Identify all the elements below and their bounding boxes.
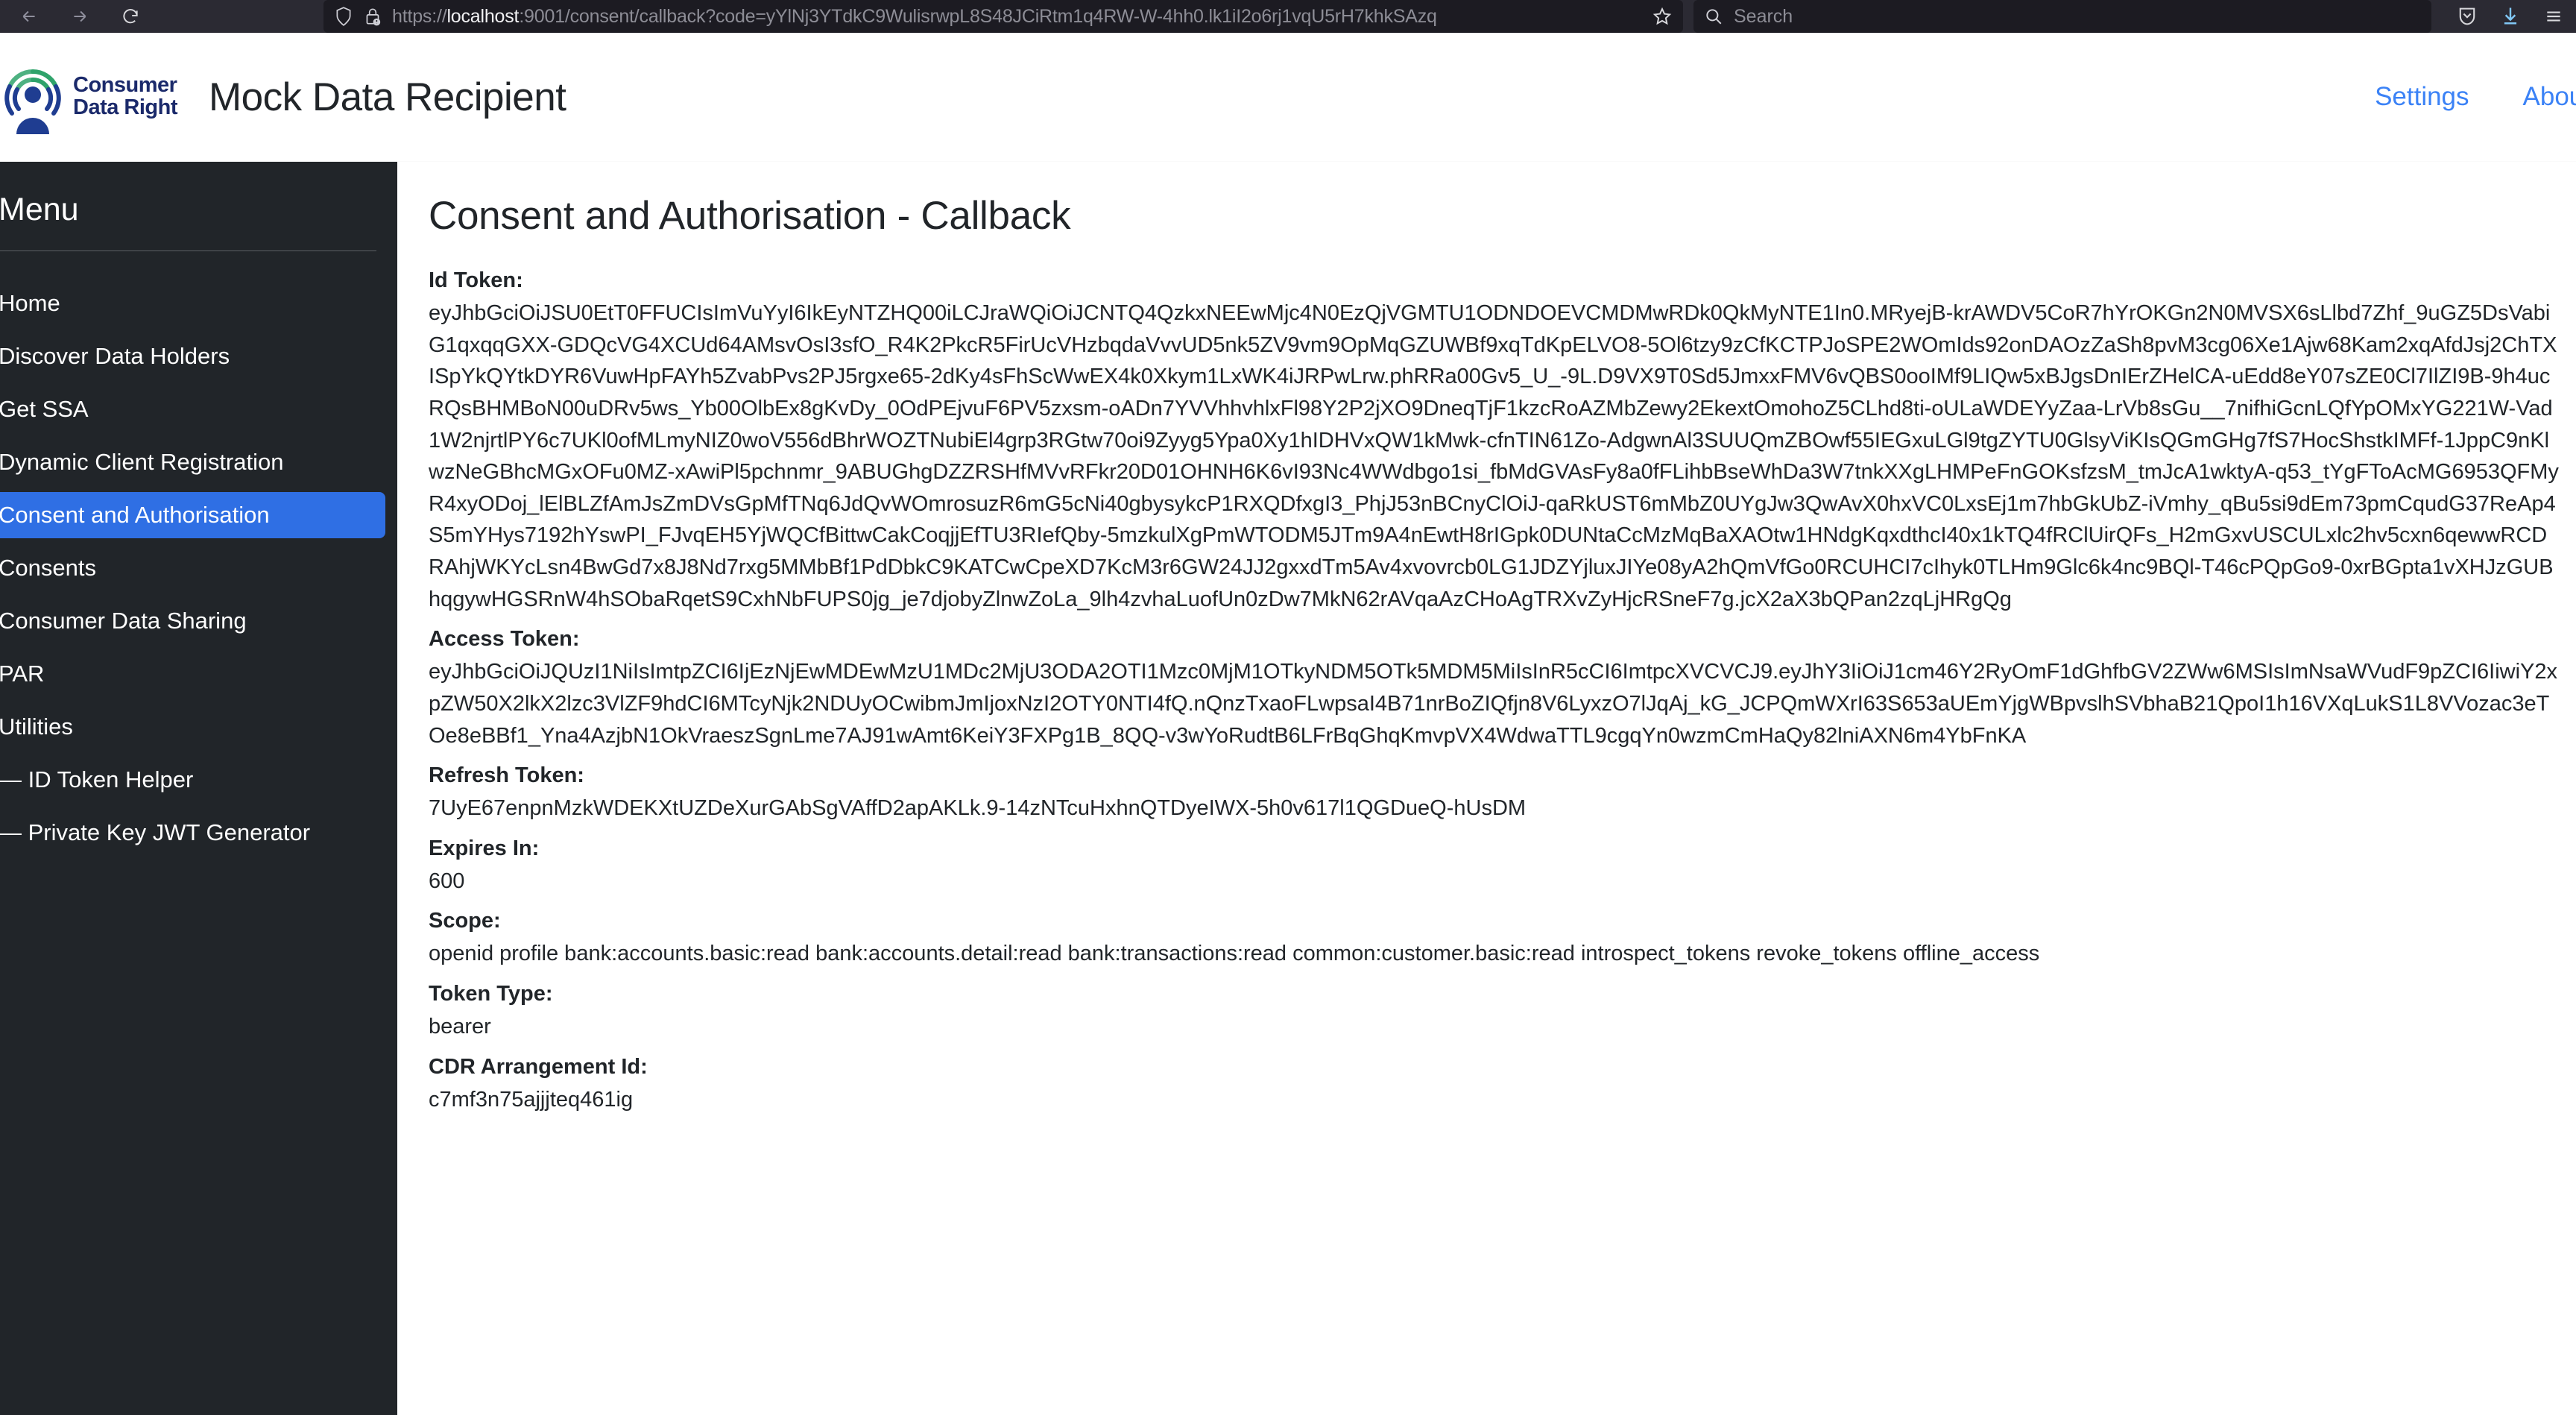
content-page-title: Consent and Authorisation - Callback — [429, 194, 1071, 238]
browser-toolbar: https://localhost:9001/consent/callback?… — [0, 0, 2576, 33]
star-icon[interactable] — [1647, 6, 1673, 27]
field-cdr-arrangement-id: CDR Arrangement Id: c7mf3n75ajjjteq461ig — [429, 1055, 2576, 1116]
header-nav: Settings About — [2375, 82, 2576, 112]
expires-in-value: 600 — [429, 869, 465, 893]
scope-value: openid profile bank:accounts.basic:read … — [429, 942, 2040, 966]
browser-nav-buttons — [0, 4, 143, 29]
field-token-type: Token Type: bearer — [429, 982, 2576, 1043]
page-title: Mock Data Recipient — [209, 75, 566, 119]
forward-icon[interactable] — [67, 4, 92, 29]
field-refresh-token: Refresh Token: 7UyE67enpnMzkWDEKXtUZDeXur… — [429, 763, 2576, 825]
refresh-token-label: Refresh Token: — [429, 763, 584, 788]
sidebar-item-consumer-data-sharing[interactable]: Consumer Data Sharing — [0, 598, 385, 644]
nav-link-settings[interactable]: Settings — [2375, 82, 2469, 112]
sidebar-item-discover-data-holders[interactable]: Discover Data Holders — [0, 333, 385, 379]
sidebar-item-consents[interactable]: Consents — [0, 545, 385, 591]
token-type-label: Token Type: — [429, 982, 553, 1006]
sidebar-item-private-key-jwt-generator[interactable]: — Private Key JWT Generator — [0, 810, 385, 856]
url-prefix: https:// — [392, 5, 447, 27]
access-token-label: Access Token: — [429, 627, 580, 652]
nav-link-about[interactable]: About — [2523, 82, 2576, 112]
cdr-wordmark-line2: Data Right — [73, 95, 178, 119]
reload-icon[interactable] — [118, 4, 143, 29]
cdr-arrangement-id-label: CDR Arrangement Id: — [429, 1054, 648, 1079]
sidebar-item-par[interactable]: PAR — [0, 651, 385, 697]
search-icon — [1704, 7, 1723, 26]
cdr-wordmark-line1: Consumer — [73, 73, 177, 98]
url-host: localhost — [446, 5, 520, 27]
lock-warning-icon[interactable] — [364, 6, 382, 27]
field-id-token: Id Token: eyJhbGciOiJSU0EtT0FFUCIsImVuYyI… — [429, 268, 2576, 615]
shield-icon[interactable] — [334, 6, 353, 27]
field-access-token: Access Token: eyJhbGciOiJQUzI1NiIsImtpZCI… — [429, 627, 2576, 751]
sidebar-item-utilities[interactable]: Utilities — [0, 704, 385, 750]
app-header: Consumer Data Right Mock Data Recipient … — [0, 33, 2576, 162]
cdr-wordmark: Consumer Data Right — [73, 73, 178, 119]
hamburger-menu-icon[interactable] — [2543, 7, 2564, 26]
cdr-logo-icon — [4, 69, 61, 134]
url-bar[interactable]: https://localhost:9001/consent/callback?… — [323, 0, 1683, 33]
back-icon[interactable] — [16, 4, 42, 29]
search-input[interactable]: Search — [1734, 6, 1793, 28]
sidebar-item-id-token-helper[interactable]: — ID Token Helper — [0, 757, 385, 803]
sidebar-title: Menu — [0, 192, 79, 227]
pocket-icon[interactable] — [2457, 5, 2478, 28]
sidebar: Menu Home Discover Data Holders Get SSA Dyn… — [0, 162, 397, 1415]
expires-in-label: Expires In: — [429, 836, 540, 860]
browser-chrome-right — [2457, 0, 2564, 33]
token-type-value: bearer — [429, 1015, 491, 1039]
scope-label: Scope: — [429, 909, 501, 933]
refresh-token-value: 7UyE67enpnMzkWDEKXtUZDeXurGAbSgVAffD2apA… — [429, 796, 1527, 821]
token-fields: Id Token: eyJhbGciOiJSU0EtT0FFUCIsImVuYyI… — [429, 268, 2576, 1115]
id-token-value: eyJhbGciOiJSU0EtT0FFUCIsImVuYyI6IkEyNTZH… — [429, 301, 2559, 611]
sidebar-nav: Home Discover Data Holders Get SSA Dynamic … — [0, 251, 397, 856]
url-text[interactable]: https://localhost:9001/consent/callback?… — [392, 6, 1637, 28]
sidebar-item-get-ssa[interactable]: Get SSA — [0, 386, 385, 432]
field-expires-in: Expires In: 600 — [429, 836, 2576, 898]
brand: Consumer Data Right Mock Data Recipient — [0, 60, 566, 134]
field-scope: Scope: openid profile bank:accounts.basic… — [429, 909, 2576, 970]
main-content: Consent and Authorisation - Callback Id … — [400, 162, 2576, 1415]
browser-search-bar[interactable]: Search — [1693, 0, 2431, 33]
sidebar-item-dynamic-client-registration[interactable]: Dynamic Client Registration — [0, 439, 385, 485]
sidebar-item-home[interactable]: Home — [0, 280, 385, 327]
url-rest: :9001/consent/callback?code=yYlNj3YTdkC9… — [519, 5, 1437, 27]
download-icon[interactable] — [2500, 5, 2521, 28]
access-token-value: eyJhbGciOiJQUzI1NiIsImtpZCI6IjEzNjEwMDEw… — [429, 660, 2557, 748]
cdr-arrangement-id-value: c7mf3n75ajjjteq461ig — [429, 1087, 634, 1112]
id-token-label: Id Token: — [429, 268, 523, 292]
sidebar-item-consent-and-authorisation[interactable]: Consent and Authorisation — [0, 492, 385, 538]
